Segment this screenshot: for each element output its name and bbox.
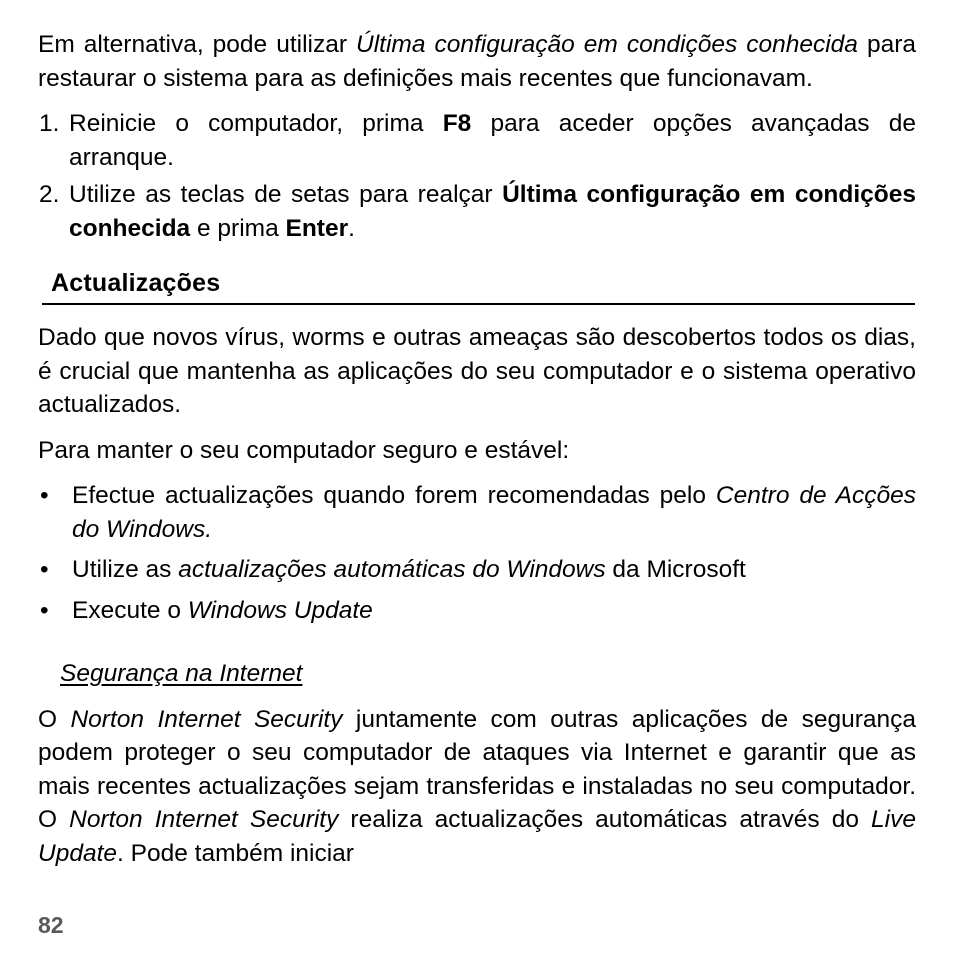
list-item: • Efectue actualizações quando forem reco… bbox=[40, 479, 916, 546]
step2-part3: . bbox=[348, 214, 355, 242]
norton-italic-product-1: Norton Internet Security bbox=[70, 705, 343, 733]
intro-paragraph: Em alternativa, pode utilizar Última con… bbox=[38, 28, 916, 95]
list-item: • Utilize as actualizações automáticas do… bbox=[40, 553, 916, 587]
step2-part2: e prima bbox=[190, 214, 286, 242]
list-marker: 1. bbox=[39, 110, 60, 137]
bullet3-part1: Execute o bbox=[72, 596, 188, 624]
step2-bold-key: Enter bbox=[285, 214, 349, 242]
bullet-icon: • bbox=[40, 556, 49, 583]
bullet3-italic-term: Windows Update bbox=[187, 596, 373, 624]
numbered-steps-list: 1. Reinicie o computador, prima F8 para a… bbox=[38, 107, 916, 245]
page-title: Actualizações bbox=[51, 269, 221, 297]
norton-part1: O bbox=[38, 705, 71, 733]
norton-italic-product-2: Norton Internet Security bbox=[69, 806, 339, 833]
bullet-icon: • bbox=[40, 596, 49, 624]
page-content: Em alternativa, pode utilizar Última con… bbox=[38, 28, 916, 870]
norton-part4: . Pode também iniciar bbox=[117, 839, 354, 867]
step1-bold-key: F8 bbox=[442, 110, 472, 137]
bullet1-part1: Efectue actualizações quando forem recom… bbox=[72, 482, 716, 509]
section-paragraph-2: Para manter o seu computador seguro e es… bbox=[38, 436, 570, 464]
page-number: 82 bbox=[38, 912, 64, 938]
subsection-paragraph: O Norton Internet Security juntamente co… bbox=[38, 703, 916, 871]
intro-text-part1: Em alternativa, pode utilizar bbox=[38, 31, 357, 58]
bullet2-italic-term: actualizações automáticas do Windows bbox=[178, 556, 606, 583]
list-item: • Execute o Windows Update bbox=[40, 594, 916, 628]
bullet2-part1: Utilize as bbox=[72, 556, 179, 583]
list-marker: 2. bbox=[39, 181, 60, 208]
norton-part3: realiza actualizações automáticas atravé… bbox=[338, 806, 872, 833]
bullet2-part2: da Microsoft bbox=[605, 556, 746, 583]
bullet-icon: • bbox=[40, 482, 49, 509]
subsection-heading: Segurança na Internet bbox=[60, 660, 303, 687]
intro-italic-term: Última configuração em condições conheci… bbox=[356, 31, 858, 58]
subsection-heading-wrap: Segurança na Internet bbox=[38, 634, 916, 691]
step2-part1: Utilize as teclas de setas para realçar bbox=[69, 181, 503, 208]
step1-part1: Reinicie o computador, prima bbox=[69, 110, 443, 137]
list-item: 2. Utilize as teclas de setas para realça… bbox=[39, 178, 916, 245]
document-page: Em alternativa, pode utilizar Última con… bbox=[0, 0, 954, 954]
recommendations-bullet-list: • Efectue actualizações quando forem reco… bbox=[38, 479, 916, 627]
section-paragraph-1: Dado que novos vírus, worms e outras ame… bbox=[38, 324, 916, 418]
section-heading-block: Actualizações bbox=[42, 267, 915, 305]
list-item: 1. Reinicie o computador, prima F8 para a… bbox=[39, 107, 916, 174]
